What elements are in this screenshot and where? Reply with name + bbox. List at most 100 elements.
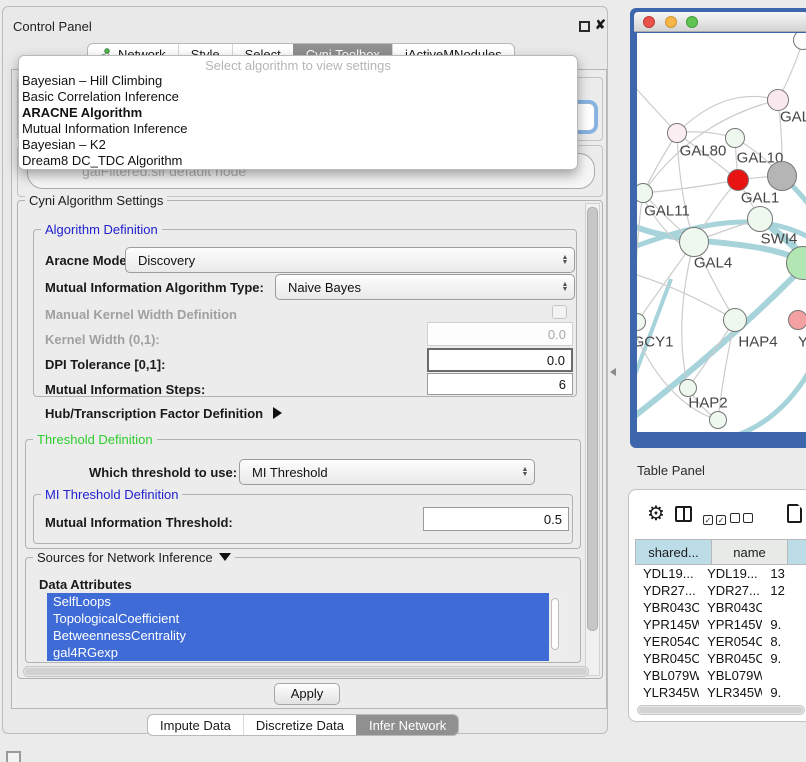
network-node-hap4[interactable] [723,308,747,332]
attribute-list: SelfLoopsTopologicalCoefficientBetweenne… [47,593,549,661]
settings-vscrollbar[interactable] [585,203,600,676]
list-item-gal4rgexp[interactable]: gal4RGexp [47,644,549,661]
kernel-width-label: Kernel Width (0,1): [45,332,160,347]
tab-infer-network[interactable]: Infer Network [356,715,458,735]
table-cell: YDR27... [635,582,699,599]
menu-item-mutual-information-inference[interactable]: Mutual Information Inference [19,121,577,137]
mi-type-label: Mutual Information Algorithm Type: [45,280,264,295]
close-panel-icon[interactable]: ✘ [595,17,606,33]
tab-infer-network-label: Infer Network [369,718,446,733]
table-cell: YPR145W [699,616,762,633]
table-row[interactable]: YBR045CYBR045C9. [635,650,806,667]
settings-vscrollbar-thumb[interactable] [587,207,598,631]
splitter-handle-icon[interactable] [610,368,616,376]
network-node-gal1[interactable] [727,169,749,191]
split-panel-icon[interactable] [675,506,692,522]
collapse-down-icon [219,553,231,561]
table-row[interactable]: YPR145WYPR145W9. [635,616,806,633]
which-threshold-label: Which threshold to use: [89,465,237,480]
menu-item-bayesian-k2[interactable]: Bayesian – K2 [19,137,577,153]
gear-icon[interactable]: ⚙ [647,504,665,524]
list-item-betweennesscentrality[interactable]: BetweennessCentrality [47,627,549,644]
sources-group-title: Sources for Network Inference [37,550,213,565]
table-cell: YER054C [699,633,762,650]
table-hscrollbar[interactable] [637,705,805,715]
file-icon[interactable] [787,504,802,523]
network-node[interactable] [767,161,797,191]
mi-type-combo[interactable]: Naive Bayes ▲▼ [275,274,575,300]
node-label-gcy1: GCY1 [637,334,673,351]
table-cell: YBL079W [699,667,762,684]
menu-item-dream8-dc-tdc-algorithm[interactable]: Dream8 DC_TDC Algorithm [19,153,577,169]
close-window-icon[interactable] [643,16,655,28]
table-panel-card: ⚙ ✓✓ shared...nameA YDL19...YDL19...13YD… [628,489,806,722]
which-threshold-combo[interactable]: MI Threshold ▲▼ [239,459,535,485]
list-item-selfloops[interactable]: SelfLoops [47,593,549,610]
column-header-name[interactable]: name [712,539,788,565]
table-panel-title: Table Panel [637,463,705,478]
table-hscrollbar-thumb[interactable] [639,707,803,713]
table-row[interactable]: YDL19...YDL19...13 [635,565,806,582]
mi-steps-label: Mutual Information Steps: [45,382,205,397]
settings-hscrollbar[interactable] [23,666,589,677]
network-node-y[interactable] [788,310,806,330]
table-row[interactable]: YIL053CYIL053C9. [635,701,806,703]
table-row[interactable]: YDR27...YDR27...12 [635,582,806,599]
aracne-mode-combo[interactable]: Discovery ▲▼ [125,247,575,273]
network-node-gal4[interactable] [679,227,709,257]
network-node-gal80[interactable] [667,123,687,143]
float-panel-icon[interactable] [579,21,590,32]
node-label-hap2: HAP2 [688,395,727,412]
network-node-swi4[interactable] [747,206,773,232]
tab-impute-data[interactable]: Impute Data [148,715,243,735]
menu-item-aracne-algorithm[interactable]: ARACNE Algorithm [19,105,577,121]
dpi-tolerance-input[interactable] [427,348,573,372]
column-header-a[interactable]: A [788,539,806,565]
node-label-y: Y [798,334,806,351]
table-cell: 9. [762,701,806,703]
mi-threshold-input[interactable] [423,507,569,531]
zoom-window-icon[interactable] [686,16,698,28]
table-cell: YBR045C [699,650,762,667]
minimize-window-icon[interactable] [665,16,677,28]
table-row[interactable]: YBL079WYBL079W [635,667,806,684]
attribute-list-vscrollbar-thumb[interactable] [551,598,559,650]
table-cell: 13 [762,565,806,582]
table-cell: YPR145W [635,616,699,633]
network-node-gal10[interactable] [725,128,745,148]
clear-all-checkboxes-icon[interactable] [730,510,756,528]
attribute-list-vscrollbar[interactable] [549,593,561,661]
mi-steps-input[interactable] [427,373,573,395]
apply-button[interactable]: Apply [274,683,340,705]
network-node[interactable] [709,411,727,429]
table-row[interactable]: YER054CYER054C8. [635,633,806,650]
algorithm-definition-title: Algorithm Definition [41,222,162,237]
table-row[interactable]: YBR043CYBR043C [635,599,806,616]
table-cell: YLR345W [635,684,699,701]
menu-item-bayesian-hill-climbing[interactable]: Bayesian – Hill Climbing [19,73,577,89]
select-all-checkboxes-icon[interactable]: ✓✓ [703,510,729,528]
sources-group-toggle[interactable]: Sources for Network Inference [33,550,235,565]
network-window-titlebar[interactable] [634,12,806,32]
bottom-tab-bar: Impute Data Discretize Data Infer Network [147,714,459,736]
tab-impute-data-label: Impute Data [160,718,231,733]
algorithm-menu: Bayesian – Hill ClimbingBasic Correlatio… [19,73,577,169]
mi-threshold-label: Mutual Information Threshold: [45,515,233,530]
table-cell [762,667,806,684]
menu-item-basic-correlation-inference[interactable]: Basic Correlation Inference [19,89,577,105]
tab-discretize-data[interactable]: Discretize Data [243,715,356,735]
hub-definition-label: Hub/Transcription Factor Definition [45,406,263,421]
restore-panel-icon[interactable] [6,751,21,762]
table-body: YDL19...YDL19...13YDR27...YDR27...12YBR0… [635,565,806,703]
network-canvas[interactable]: GALGAL80GAL10GAL1GAL11SWI4GAL4GCY1HAP4YH… [637,33,806,432]
table-cell: 9. [762,650,806,667]
table-cell: YIL053C [699,701,762,703]
spinner-arrows-icon: ▲▼ [556,282,574,292]
list-item-topologicalcoefficient[interactable]: TopologicalCoefficient [47,610,549,627]
settings-hscrollbar-thumb[interactable] [25,668,587,675]
table-cell: YDR27... [699,582,762,599]
column-header-shared[interactable]: shared... [635,539,712,565]
table-row[interactable]: YLR345WYLR345W9. [635,684,806,701]
cyni-settings-title: Cyni Algorithm Settings [25,193,167,208]
hub-definition-toggle[interactable]: Hub/Transcription Factor Definition [45,406,282,421]
